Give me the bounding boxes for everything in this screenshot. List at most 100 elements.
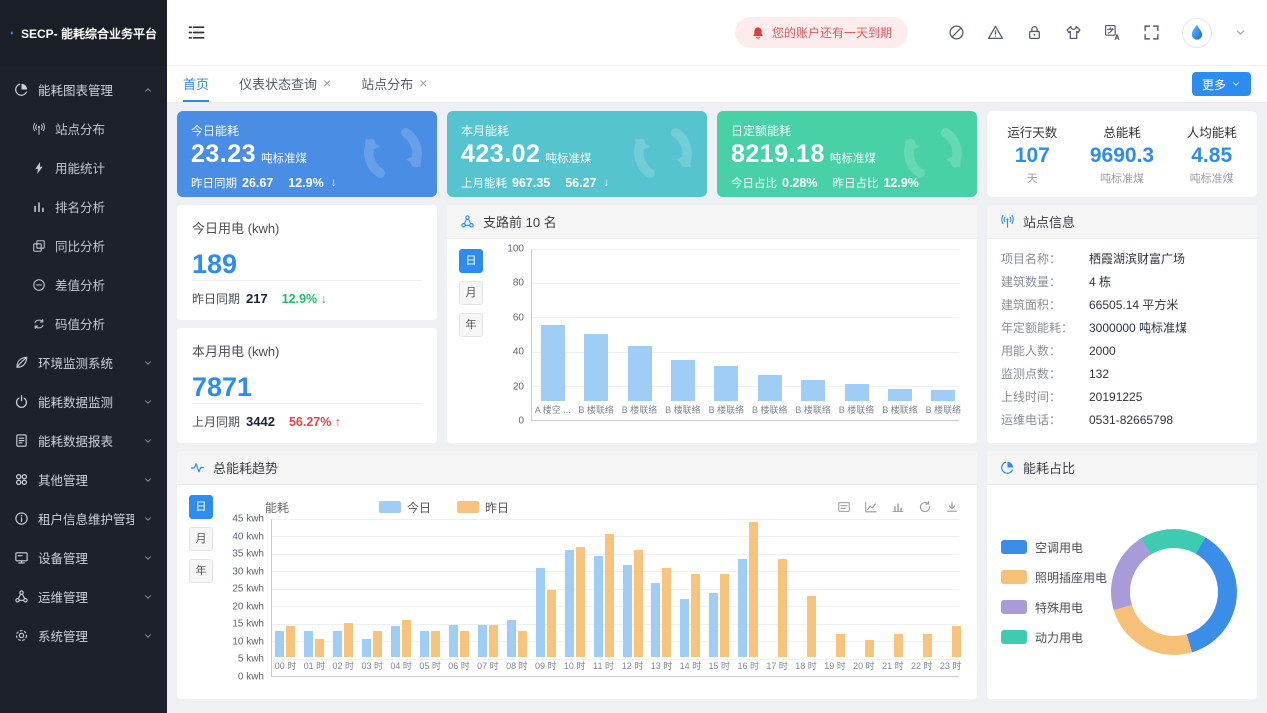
account-expiry-alert[interactable]: 您的账户还有一天到期 bbox=[735, 17, 908, 48]
bar[interactable] bbox=[431, 631, 440, 657]
sidebar-item[interactable]: 能耗数据报表 bbox=[0, 421, 167, 460]
lock-icon[interactable] bbox=[1026, 24, 1043, 41]
bar[interactable] bbox=[738, 559, 747, 657]
sidebar-item[interactable]: 设备管理 bbox=[0, 538, 167, 577]
bar[interactable] bbox=[709, 593, 718, 657]
avatar[interactable] bbox=[1182, 18, 1212, 48]
bar[interactable] bbox=[749, 522, 758, 657]
time-toggle[interactable]: 月 bbox=[189, 527, 213, 551]
bar[interactable] bbox=[518, 631, 527, 657]
circle-slash-icon[interactable] bbox=[948, 24, 965, 41]
tab[interactable]: 首页 bbox=[183, 66, 209, 102]
tab[interactable]: 站点分布× bbox=[361, 66, 427, 102]
sidebar-item[interactable]: 其他管理 bbox=[0, 460, 167, 499]
legend-item[interactable]: 昨日 bbox=[457, 499, 509, 516]
bar[interactable] bbox=[931, 390, 955, 401]
time-toggle[interactable]: 年 bbox=[459, 313, 483, 337]
bar[interactable] bbox=[651, 583, 660, 657]
bar[interactable] bbox=[478, 625, 487, 657]
sidebar-item[interactable]: 能耗图表管理 bbox=[0, 70, 167, 109]
data-view-icon[interactable] bbox=[837, 500, 851, 514]
time-toggle[interactable]: 年 bbox=[189, 559, 213, 583]
shirt-icon[interactable] bbox=[1065, 24, 1082, 41]
refresh-icon[interactable] bbox=[918, 500, 932, 514]
bar[interactable] bbox=[888, 389, 912, 401]
sidebar-item[interactable]: 环境监测系统 bbox=[0, 343, 167, 382]
bar[interactable] bbox=[865, 640, 874, 657]
bar[interactable] bbox=[923, 634, 932, 657]
sidebar-subitem[interactable]: 码值分析 bbox=[0, 304, 167, 343]
bar[interactable] bbox=[628, 346, 652, 401]
bar[interactable] bbox=[536, 568, 545, 657]
bar-chart-icon[interactable] bbox=[891, 500, 905, 514]
pie-legend-item[interactable]: 空调用电 bbox=[1001, 539, 1107, 556]
bar[interactable] bbox=[801, 380, 825, 401]
bar[interactable] bbox=[286, 626, 295, 657]
bar[interactable] bbox=[594, 556, 603, 657]
legend-item[interactable]: 今日 bbox=[379, 499, 431, 516]
sidebar-subitem[interactable]: 用能统计 bbox=[0, 148, 167, 187]
sidebar-item[interactable]: 运维管理 bbox=[0, 577, 167, 616]
bar[interactable] bbox=[275, 631, 284, 657]
bar[interactable] bbox=[680, 599, 689, 657]
collapse-menu-icon[interactable] bbox=[187, 23, 206, 42]
sidebar-item[interactable]: 能耗数据监测 bbox=[0, 382, 167, 421]
pie-legend-item[interactable]: 动力用电 bbox=[1001, 629, 1107, 646]
sidebar-subitem[interactable]: 差值分析 bbox=[0, 265, 167, 304]
bar[interactable] bbox=[373, 631, 382, 657]
tab-close-icon[interactable]: × bbox=[419, 76, 427, 90]
bar[interactable] bbox=[623, 565, 632, 657]
bar[interactable] bbox=[362, 639, 371, 657]
bar[interactable] bbox=[778, 559, 787, 657]
time-toggle[interactable]: 月 bbox=[459, 281, 483, 305]
fullscreen-icon[interactable] bbox=[1143, 24, 1160, 41]
pie-legend-item[interactable]: 特殊用电 bbox=[1001, 599, 1107, 616]
bar[interactable] bbox=[662, 568, 671, 657]
donut-chart[interactable] bbox=[1111, 529, 1237, 655]
bar[interactable] bbox=[758, 375, 782, 401]
bar[interactable] bbox=[507, 620, 516, 657]
bar[interactable] bbox=[894, 634, 903, 657]
bar[interactable] bbox=[402, 620, 411, 657]
translate-icon[interactable] bbox=[1104, 24, 1121, 41]
bar[interactable] bbox=[547, 590, 556, 657]
sidebar-subitem[interactable]: 排名分析 bbox=[0, 187, 167, 226]
bar[interactable] bbox=[807, 596, 816, 657]
sidebar-item[interactable]: 系统管理 bbox=[0, 616, 167, 655]
sidebar-subitem[interactable]: 站点分布 bbox=[0, 109, 167, 148]
time-toggle[interactable]: 日 bbox=[189, 495, 213, 519]
bar[interactable] bbox=[845, 384, 869, 401]
bar[interactable] bbox=[489, 625, 498, 657]
bar[interactable] bbox=[691, 574, 700, 657]
time-toggle[interactable]: 日 bbox=[459, 249, 483, 273]
tab[interactable]: 仪表状态查询× bbox=[239, 66, 331, 102]
bar[interactable] bbox=[720, 574, 729, 657]
download-icon[interactable] bbox=[945, 500, 959, 514]
bar[interactable] bbox=[952, 626, 961, 657]
bar[interactable] bbox=[315, 639, 324, 657]
bar[interactable] bbox=[671, 360, 695, 401]
bar[interactable] bbox=[333, 631, 342, 657]
bar[interactable] bbox=[420, 631, 429, 657]
more-button[interactable]: 更多 bbox=[1192, 72, 1251, 96]
tab-close-icon[interactable]: × bbox=[323, 76, 331, 90]
line-chart-icon[interactable] bbox=[864, 500, 878, 514]
bar[interactable] bbox=[344, 623, 353, 657]
bar[interactable] bbox=[634, 550, 643, 657]
sidebar-item[interactable]: 租户信息维护管理 bbox=[0, 499, 167, 538]
warning-icon[interactable] bbox=[987, 24, 1004, 41]
pie-legend-item[interactable]: 照明插座用电 bbox=[1001, 569, 1107, 586]
bar[interactable] bbox=[391, 626, 400, 657]
bar[interactable] bbox=[449, 625, 458, 657]
bar[interactable] bbox=[576, 547, 585, 657]
bar[interactable] bbox=[836, 634, 845, 657]
bar[interactable] bbox=[541, 325, 565, 401]
bar[interactable] bbox=[714, 366, 738, 401]
sidebar-subitem[interactable]: 同比分析 bbox=[0, 226, 167, 265]
bar[interactable] bbox=[605, 534, 614, 657]
user-menu-chevron-icon[interactable] bbox=[1234, 26, 1247, 39]
bar[interactable] bbox=[584, 334, 608, 401]
bar[interactable] bbox=[565, 550, 574, 657]
bar[interactable] bbox=[460, 631, 469, 657]
bar[interactable] bbox=[304, 631, 313, 657]
